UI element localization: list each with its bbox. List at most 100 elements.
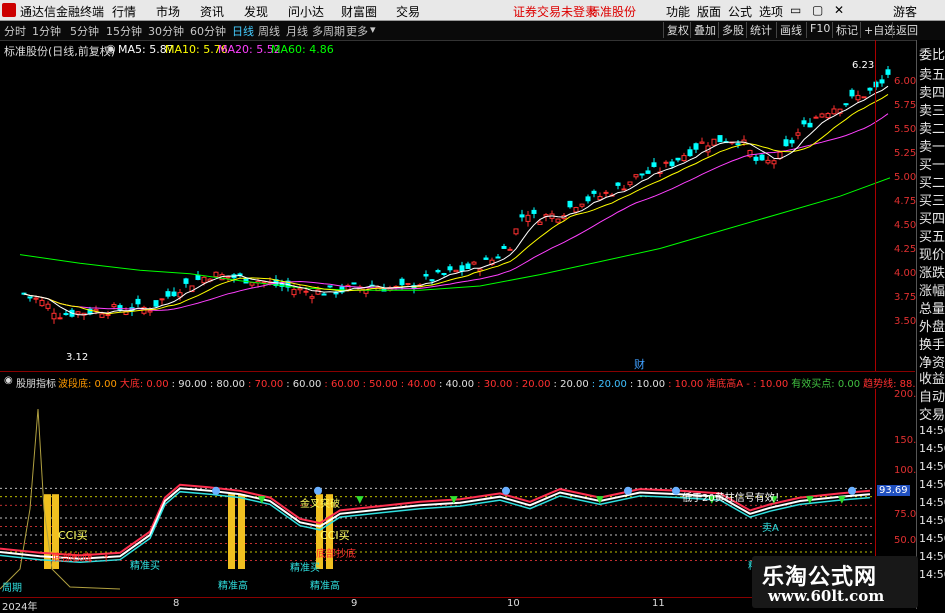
tick-time: 14:50	[919, 568, 945, 581]
menu-layout[interactable]: 版面	[697, 3, 721, 20]
menu-discover[interactable]: 发现	[244, 3, 268, 20]
candle-body	[33, 297, 39, 300]
finance-marker[interactable]: 财	[634, 357, 645, 371]
period-timeshare[interactable]: 分时	[4, 23, 26, 39]
menu-formula[interactable]: 公式	[728, 3, 752, 20]
candle-body	[243, 277, 249, 284]
btn-back[interactable]: 返回	[892, 22, 918, 38]
candle-body	[567, 200, 573, 208]
period-30min[interactable]: 30分钟	[148, 23, 184, 39]
eye-icon[interactable]: ◉	[4, 375, 13, 386]
candle-body	[153, 300, 159, 307]
ind-current-value: 93.69	[877, 485, 910, 496]
menu-market[interactable]: 市场	[156, 3, 180, 20]
candle-body	[801, 120, 807, 125]
period-more[interactable]: 更多	[346, 23, 368, 39]
date-label: 8	[173, 598, 180, 609]
login-warning[interactable]: 证券交易未登录	[513, 3, 597, 20]
candle-body	[147, 310, 153, 313]
candle-body	[351, 282, 357, 285]
indicator-values: 波段底: 0.00 大底: 0.00: 90.00: 80.00: 70.00: …	[58, 375, 945, 390]
precise-high-label-2: 精准高	[310, 579, 340, 592]
quote-label: 涨幅	[919, 284, 945, 299]
signal-bar	[228, 494, 235, 569]
period-bar: 分时 1分钟 5分钟 15分钟 30分钟 60分钟 日线 周线 月线 多周期 更…	[0, 21, 945, 41]
tick-time: 14:50	[919, 478, 945, 491]
restore-icon[interactable]: ▢	[812, 3, 823, 17]
candle-body	[555, 218, 561, 223]
chevron-down-icon[interactable]: ▾	[370, 23, 376, 36]
menu-wealth[interactable]: 财富圈	[341, 3, 377, 20]
candle-body	[681, 155, 687, 162]
menu-trade[interactable]: 交易	[396, 3, 420, 20]
period-monthly[interactable]: 月线	[286, 23, 308, 39]
indicator-signal-dot	[672, 486, 680, 495]
period-15min[interactable]: 15分钟	[106, 23, 142, 39]
menu-options[interactable]: 选项	[759, 3, 783, 20]
price-tick: 5.50	[894, 124, 917, 135]
candle-body	[831, 108, 837, 115]
auto-trade-label[interactable]: 自动	[919, 386, 945, 405]
eye-icon[interactable]: ◉	[106, 42, 116, 55]
candle-body	[663, 161, 669, 164]
trade-label[interactable]: 交易	[919, 404, 945, 423]
quote-label: 卖三	[919, 104, 945, 119]
candle-body	[855, 94, 861, 101]
cci-buy-label-2: CCI买	[320, 529, 350, 542]
candle-body	[93, 309, 99, 312]
minimize-icon[interactable]: ▭	[790, 3, 801, 17]
price-tick: 5.25	[894, 148, 917, 159]
price-tick: 5.00	[894, 172, 917, 183]
candle-body	[687, 149, 693, 157]
btn-multi-stock[interactable]: 多股	[718, 22, 744, 38]
close-icon[interactable]: ✕	[834, 3, 844, 17]
gold-break-label: 金叉突破	[300, 497, 340, 510]
btn-restore-rights[interactable]: 复权	[663, 22, 689, 38]
sell-arrow-icon: ▼	[806, 495, 814, 506]
ma60-value: MA60: 4.86	[271, 43, 334, 56]
candle-body	[423, 274, 429, 277]
candle-body	[303, 290, 309, 293]
price-tick: 4.50	[894, 220, 917, 231]
indicator-name[interactable]: 股朋指标	[16, 375, 56, 390]
candle-body	[861, 96, 867, 99]
candle-body	[627, 181, 633, 186]
menu-ask[interactable]: 问小达	[288, 3, 324, 20]
guest-label[interactable]: 游客	[893, 3, 917, 20]
tick-time: 14:50	[919, 424, 945, 437]
price-tick: 4.25	[894, 244, 917, 255]
pane-separator[interactable]	[0, 371, 915, 372]
btn-stats[interactable]: 统计	[746, 22, 772, 38]
period-60min[interactable]: 60分钟	[190, 23, 226, 39]
period-1min[interactable]: 1分钟	[32, 23, 61, 39]
date-label: 2024年	[2, 602, 38, 613]
period-weekly[interactable]: 周线	[258, 23, 280, 39]
period-daily[interactable]: 日线	[232, 23, 254, 39]
indicator-chart[interactable]: ▼ ▼ ▼ ▼ ▼ ▼ ▼ ▼↑ ↑ ↑ CCI买 CCI买 底部抄底 底部抄底 精准买 金叉突破…	[0, 389, 875, 597]
candle-body	[531, 209, 537, 214]
candle-body	[843, 103, 849, 106]
menu-hq[interactable]: 行情	[112, 3, 136, 20]
menu-news[interactable]: 资讯	[200, 3, 224, 20]
candlestick-chart[interactable]: 6.23 3.12 财	[0, 40, 915, 371]
candle-body	[813, 116, 819, 119]
candle-body	[159, 298, 165, 301]
btn-mark[interactable]: 标记	[832, 22, 858, 38]
btn-draw[interactable]: 画线	[776, 22, 802, 38]
candle-body	[819, 113, 825, 118]
period-5min[interactable]: 5分钟	[70, 23, 99, 39]
price-tick: 5.75	[894, 100, 917, 111]
btn-add-watchlist[interactable]: +自选	[860, 22, 895, 38]
candle-body	[597, 196, 603, 201]
menu-function[interactable]: 功能	[666, 3, 690, 20]
quote-label: 买四	[919, 212, 945, 227]
candle-body	[783, 139, 789, 147]
indicator-signal-dot	[212, 486, 220, 495]
quote-label: 卖五	[919, 68, 945, 83]
btn-f10[interactable]: F10	[806, 22, 830, 38]
period-multi[interactable]: 多周期	[312, 23, 345, 39]
candle-body	[45, 303, 51, 309]
precise-high-label: 精准高	[218, 579, 248, 592]
candle-body	[249, 282, 255, 286]
btn-overlay[interactable]: 叠加	[690, 22, 716, 38]
